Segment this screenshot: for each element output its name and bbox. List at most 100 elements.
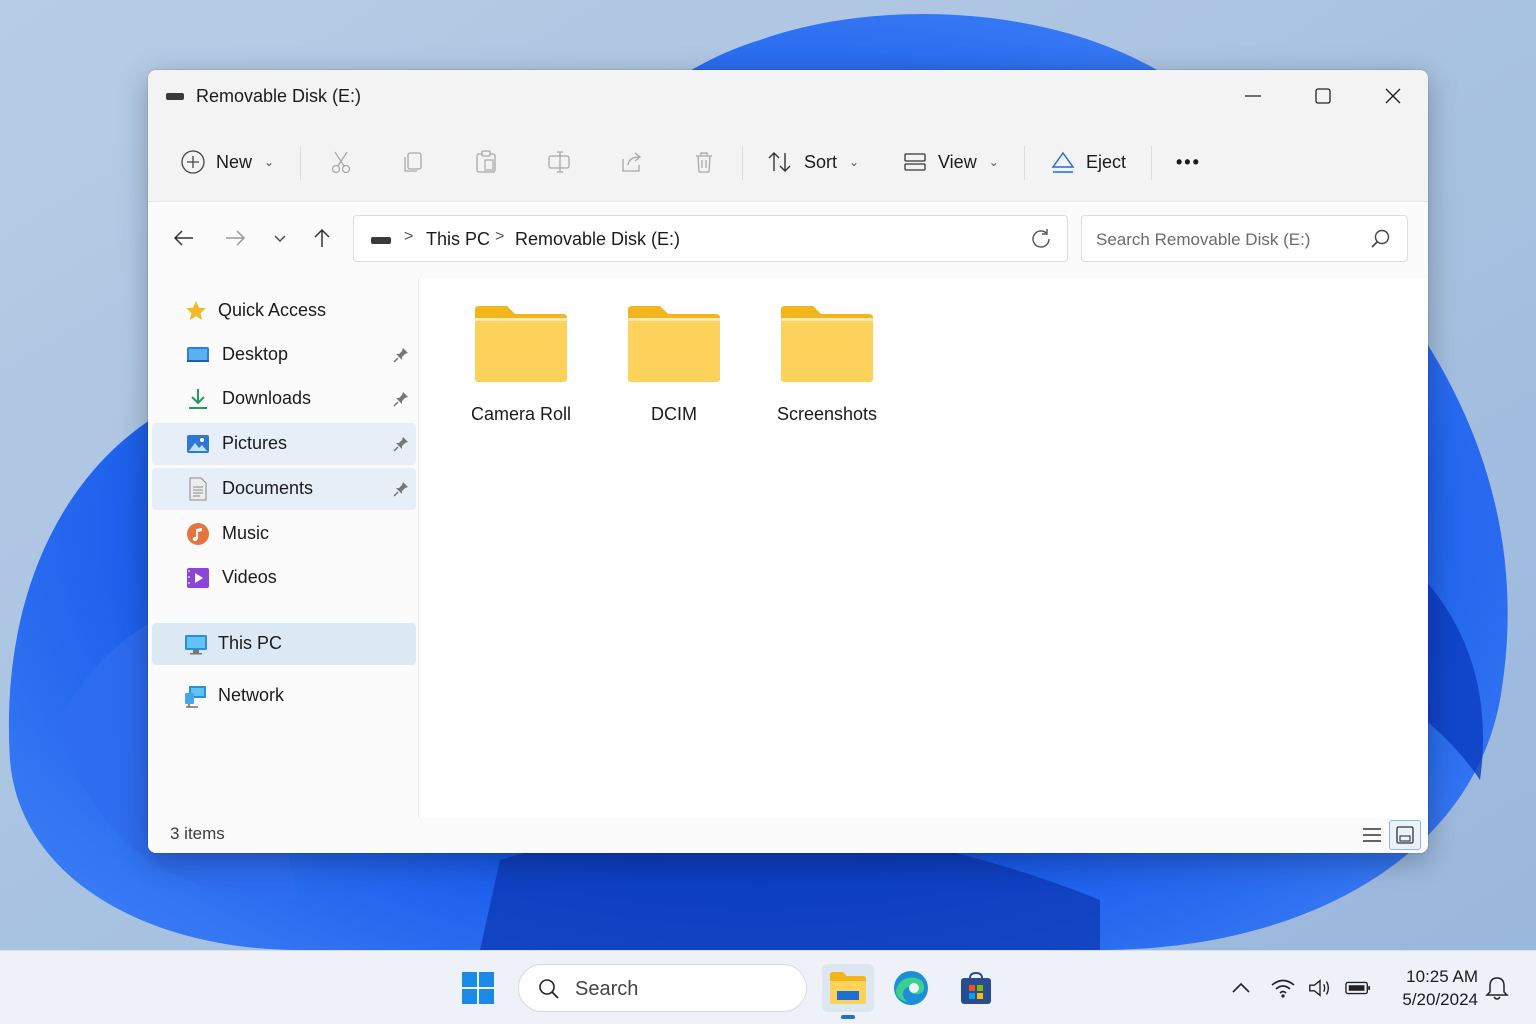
minimize-button[interactable] — [1218, 70, 1288, 122]
sidebar-item-music[interactable]: Music — [152, 513, 416, 555]
taskbar-search-label: Search — [575, 978, 639, 1000]
new-label: New — [216, 151, 253, 172]
share-icon — [622, 152, 642, 172]
taskbar-clock[interactable]: 10:25 AM 5/20/2024 — [1388, 965, 1478, 1011]
pin-icon[interactable] — [392, 435, 410, 453]
edge-taskbar-button[interactable] — [885, 964, 937, 1012]
maximize-button[interactable] — [1288, 70, 1358, 122]
wifi-status[interactable] — [1270, 976, 1296, 1000]
sidebar-item-desktop[interactable]: Desktop — [152, 334, 416, 376]
wifi-icon — [1271, 979, 1295, 998]
clock-time: 10:25 AM — [1406, 967, 1478, 986]
file-explorer-taskbar-button[interactable] — [822, 964, 874, 1012]
toolbar-divider — [742, 146, 743, 180]
sidebar-item-videos[interactable]: Videos — [152, 557, 416, 599]
folder-item[interactable]: Camera Roll — [456, 304, 586, 444]
toolbar-divider — [1024, 146, 1025, 180]
battery-status[interactable] — [1345, 976, 1371, 1000]
chevron-down-icon: ⌄ — [264, 155, 275, 169]
sidebar-item-label: Music — [222, 523, 270, 543]
close-button[interactable] — [1358, 70, 1428, 122]
store-taskbar-button[interactable] — [950, 964, 1002, 1012]
show-hidden-icons-button[interactable] — [1228, 976, 1254, 1000]
breadcrumb-this-pc[interactable]: This PC — [426, 229, 490, 250]
details-view-button[interactable] — [1356, 820, 1388, 850]
sidebar-item-label: Pictures — [222, 433, 288, 453]
rename-icon — [548, 151, 570, 173]
back-button[interactable] — [170, 224, 198, 252]
battery-icon — [1345, 981, 1371, 995]
add-icon — [181, 150, 205, 174]
chevron-down-icon: ⌄ — [849, 155, 860, 169]
sidebar-item-label: This PC — [218, 633, 283, 653]
recent-locations-button[interactable] — [266, 224, 294, 252]
view-label: View — [938, 151, 977, 172]
volume-status[interactable] — [1307, 976, 1333, 1000]
copy-button[interactable] — [399, 148, 427, 176]
sidebar-item-this-pc[interactable]: This PC — [152, 623, 416, 665]
folder-icon — [628, 306, 720, 382]
bell-icon — [1485, 977, 1509, 1000]
drive-icon — [371, 237, 391, 244]
rename-button[interactable] — [545, 148, 573, 176]
sort-icon — [768, 152, 791, 172]
item-count: 3 items — [170, 824, 225, 843]
sort-button[interactable]: Sort ⌄ — [766, 144, 859, 180]
folder-name: Screenshots — [776, 404, 878, 424]
folder-item[interactable]: DCIM — [609, 304, 739, 444]
delete-button[interactable] — [690, 148, 718, 176]
sidebar-item-label: Videos — [222, 567, 277, 587]
windows-start-icon[interactable] — [461, 971, 495, 1005]
pin-icon[interactable] — [392, 390, 410, 408]
navigation-row: > This PC > Removable Disk (E:) Search R… — [148, 202, 1428, 278]
taskbar: Search 10:25 AM 5/20/2024 — [0, 950, 1536, 1024]
new-button[interactable]: New ⌄ — [180, 144, 274, 180]
sidebar-item-network[interactable]: Network — [152, 675, 416, 717]
sidebar-item-quick-access[interactable]: Quick Access — [152, 290, 416, 332]
large-icons-view-button[interactable] — [1389, 820, 1421, 850]
arrow-right-icon — [226, 230, 246, 246]
window-title: Removable Disk (E:) — [196, 86, 362, 106]
folder-icon — [781, 306, 873, 382]
address-bar[interactable]: > This PC > Removable Disk (E:) — [353, 215, 1068, 262]
title-bar[interactable]: Removable Disk (E:) — [148, 70, 1428, 122]
clock-date: 5/20/2024 — [1402, 990, 1478, 1009]
drive-icon — [166, 93, 184, 100]
forward-button[interactable] — [221, 224, 249, 252]
share-button[interactable] — [618, 148, 646, 176]
sidebar-item-label: Quick Access — [218, 300, 327, 320]
status-bar: 3 items — [148, 818, 1428, 853]
paste-button[interactable] — [472, 148, 500, 176]
sidebar-item-downloads[interactable]: Downloads — [152, 378, 416, 420]
pictures-icon — [187, 435, 209, 453]
breadcrumb-removable-disk[interactable]: Removable Disk (E:) — [515, 229, 680, 250]
pane-divider[interactable] — [418, 278, 419, 818]
sidebar-item-label: Desktop — [222, 344, 289, 364]
desktop-icon — [187, 347, 209, 362]
sidebar-item-label: Documents — [222, 478, 314, 498]
search-icon — [1371, 229, 1390, 248]
network-icon — [185, 686, 206, 708]
sidebar-item-pictures[interactable]: Pictures — [152, 423, 416, 465]
view-button[interactable]: View ⌄ — [902, 144, 999, 180]
star-icon — [186, 301, 206, 320]
close-icon — [1385, 88, 1401, 104]
taskbar-search-box[interactable]: Search — [518, 964, 807, 1012]
search-placeholder: Search Removable Disk (E:) — [1096, 230, 1311, 249]
search-input[interactable]: Search Removable Disk (E:) — [1081, 215, 1408, 262]
more-options-button[interactable]: ••• — [1176, 144, 1201, 180]
pin-icon[interactable] — [392, 480, 410, 498]
cut-button[interactable] — [327, 148, 355, 176]
folder-item[interactable]: Screenshots — [762, 304, 892, 444]
chevron-down-icon: ⌄ — [988, 155, 999, 169]
sort-label: Sort — [804, 151, 838, 172]
notifications-button[interactable] — [1484, 976, 1510, 1000]
running-indicator — [841, 1015, 855, 1019]
search-icon — [539, 979, 559, 999]
refresh-icon[interactable] — [1029, 227, 1053, 251]
download-icon — [189, 389, 207, 409]
up-button[interactable] — [308, 224, 336, 252]
pin-icon[interactable] — [392, 346, 410, 364]
eject-button[interactable]: Eject — [1050, 144, 1126, 180]
sidebar-item-documents[interactable]: Documents — [152, 468, 416, 510]
